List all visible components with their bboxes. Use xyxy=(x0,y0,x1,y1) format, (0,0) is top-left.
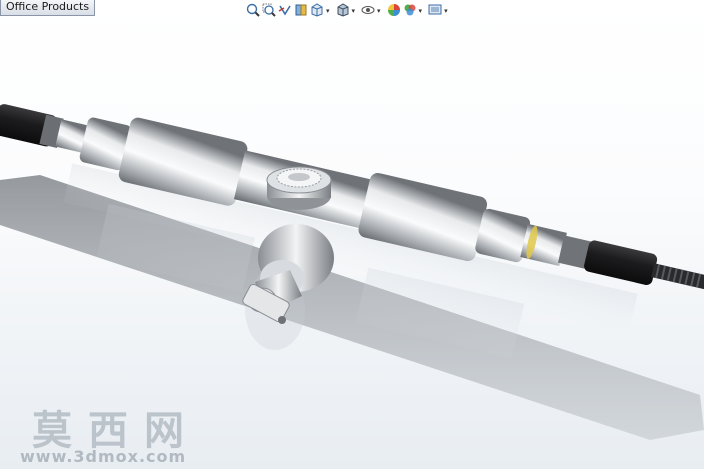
tab-office-products[interactable]: Office Products xyxy=(0,0,96,16)
edit-appearance-button[interactable] xyxy=(387,2,401,21)
hide-show-items-icon xyxy=(361,2,375,21)
view-settings-button[interactable] xyxy=(428,4,442,18)
section-view-button[interactable] xyxy=(294,4,308,18)
hide-show-items-button[interactable] xyxy=(361,4,375,18)
view-orientation-button[interactable] xyxy=(310,2,324,21)
tab-label: Office Products xyxy=(6,0,90,13)
zoom-to-fit-button[interactable] xyxy=(246,2,260,21)
zoom-to-area-icon xyxy=(262,2,276,21)
apply-scene-dropdown-arrow[interactable]: ▾ xyxy=(419,7,423,15)
heads-up-view-toolbar: ▾ ▾ ▾ ▾ ▾ xyxy=(246,2,452,20)
view-settings-dropdown-arrow[interactable]: ▾ xyxy=(444,7,448,15)
view-settings-icon xyxy=(428,2,442,21)
hide-show-items-dropdown-arrow[interactable]: ▾ xyxy=(377,7,381,15)
section-view-icon xyxy=(294,2,308,21)
zoom-to-area-button[interactable] xyxy=(262,2,276,21)
display-style-button[interactable] xyxy=(336,2,350,21)
edit-appearance-icon xyxy=(387,2,401,21)
watermark-url: www.3dmox.com xyxy=(20,447,187,466)
apply-scene-button[interactable] xyxy=(403,4,417,18)
previous-view-icon xyxy=(278,2,292,21)
apply-scene-icon xyxy=(403,2,417,21)
display-style-dropdown-arrow[interactable]: ▾ xyxy=(352,7,356,15)
previous-view-button[interactable] xyxy=(278,4,292,18)
view-orientation-dropdown-arrow[interactable]: ▾ xyxy=(326,7,330,15)
zoom-to-fit-icon xyxy=(246,2,260,21)
display-style-icon xyxy=(336,2,350,21)
view-orientation-icon xyxy=(310,2,324,21)
